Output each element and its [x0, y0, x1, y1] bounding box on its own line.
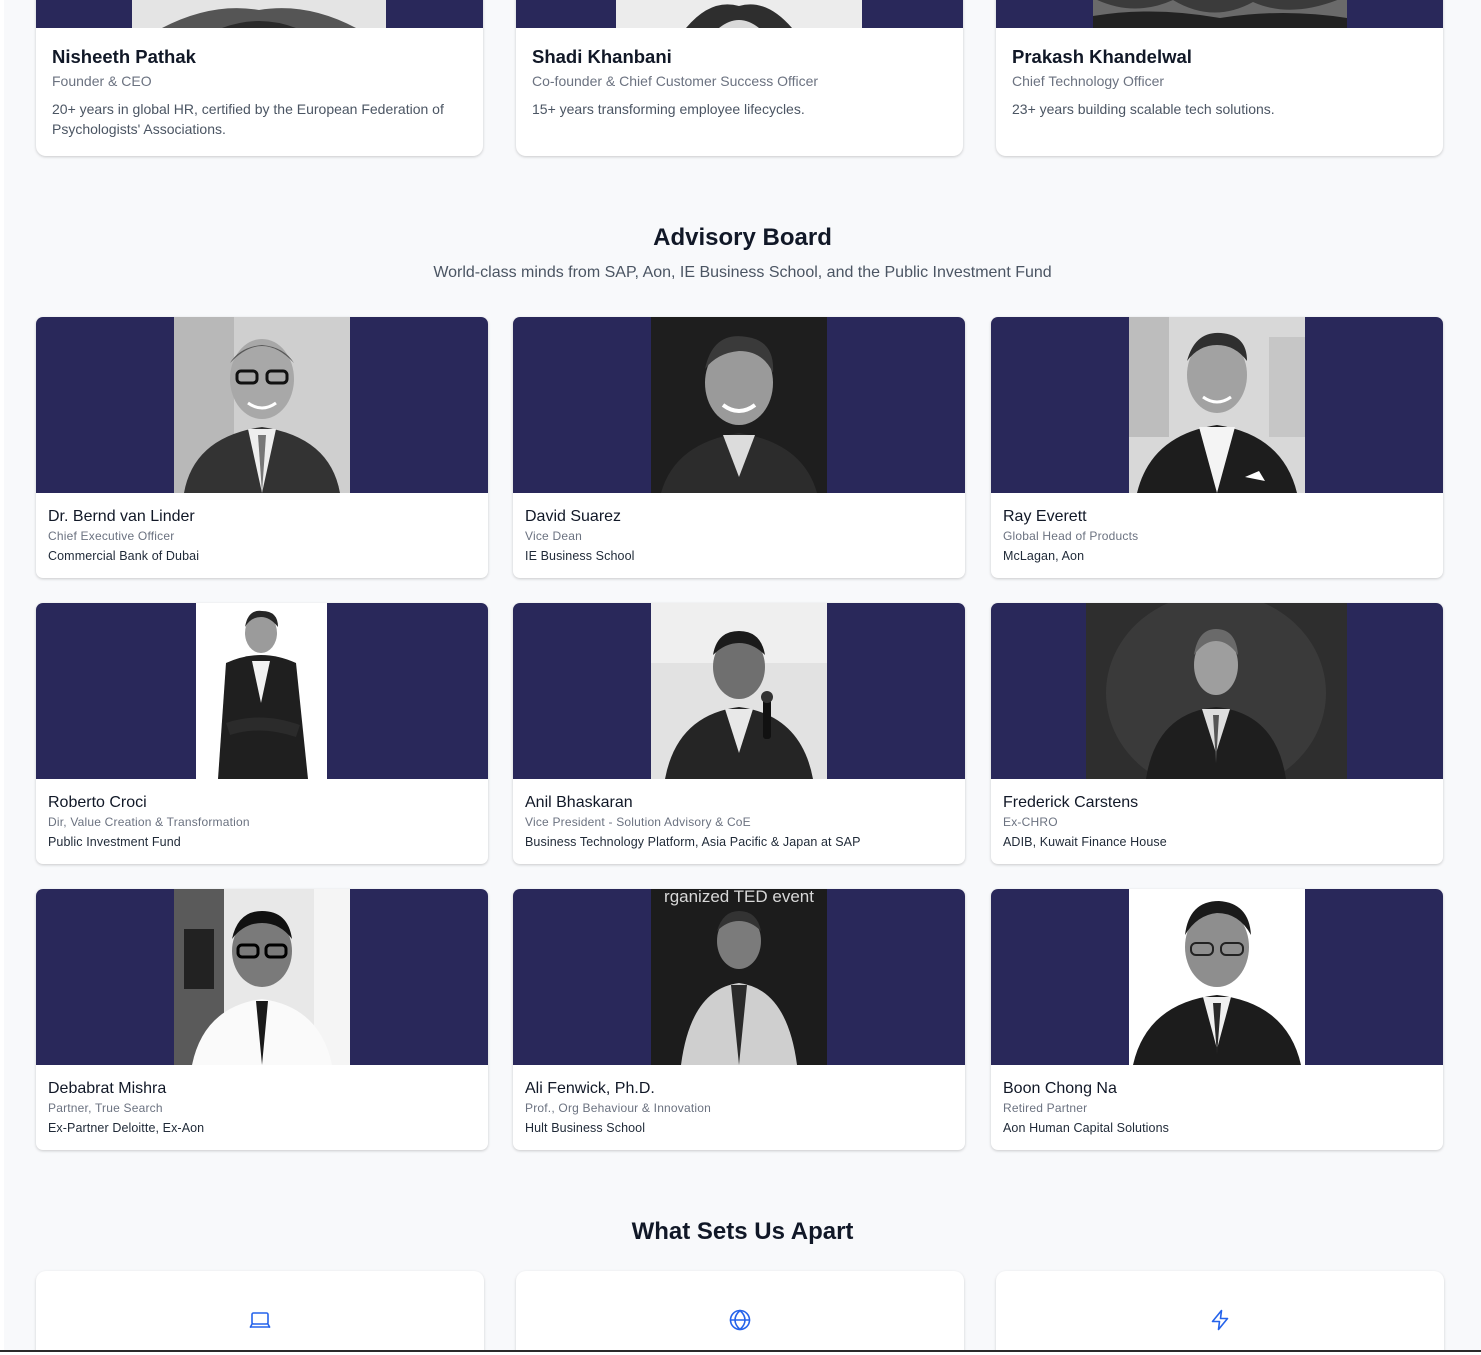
- leader-name: Shadi Khanbani: [532, 46, 672, 67]
- advisor-title: Vice President - Solution Advisory & CoE: [525, 815, 751, 829]
- advisor-name: Roberto Croci: [48, 794, 147, 811]
- page: Nisheeth Pathak Founder & CEO 20+ years …: [4, 0, 1481, 1355]
- advisor-photo: [174, 889, 350, 1065]
- leader-card: Shadi Khanbani Co-founder & Chief Custom…: [516, 0, 963, 156]
- advisor-org: Aon Human Capital Solutions: [1003, 1121, 1169, 1135]
- advisor-name: Anil Bhaskaran: [525, 794, 633, 811]
- advisor-org: Commercial Bank of Dubai: [48, 549, 200, 563]
- advisor-title: Vice Dean: [525, 529, 582, 543]
- advisor-title: Chief Executive Officer: [48, 529, 175, 543]
- leader-description: 15+ years transforming employee lifecycl…: [532, 101, 805, 117]
- advisor-org: Public Investment Fund: [48, 835, 181, 849]
- advisor-title: Retired Partner: [1003, 1101, 1088, 1115]
- leader-photo: [616, 0, 862, 28]
- advisor-name: Ray Everett: [1003, 508, 1087, 525]
- leader-role: Co-founder & Chief Customer Success Offi…: [532, 73, 819, 89]
- advisor-card: rganized TED event Ali Fenwick, Ph.D. Pr…: [513, 889, 965, 1150]
- advisory-board-subtitle: World-class minds from SAP, Aon, IE Busi…: [433, 264, 1052, 281]
- leader-role: Chief Technology Officer: [1012, 73, 1165, 89]
- advisor-title: Prof., Org Behaviour & Innovation: [525, 1101, 712, 1115]
- advisor-card: Dr. Bernd van Linder Chief Executive Off…: [36, 317, 488, 578]
- advisor-org: Ex-Partner Deloitte, Ex-Aon: [48, 1121, 205, 1135]
- advisor-photo: [1129, 317, 1305, 493]
- leader-name: Prakash Khandelwal: [1012, 46, 1192, 67]
- feature-card: [36, 1271, 484, 1355]
- advisor-card: Ray Everett Global Head of Products McLa…: [991, 317, 1443, 578]
- lightning-icon: [1211, 1309, 1229, 1331]
- advisor-name: David Suarez: [525, 508, 622, 525]
- leader-card: Nisheeth Pathak Founder & CEO 20+ years …: [36, 0, 483, 156]
- advisor-photo: [196, 603, 327, 779]
- advisor-name: Frederick Carstens: [1003, 794, 1139, 811]
- advisor-card: Frederick Carstens Ex-CHRO ADIB, Kuwait …: [991, 603, 1443, 864]
- advisor-card: Anil Bhaskaran Vice President - Solution…: [513, 603, 965, 864]
- leader-name: Nisheeth Pathak: [52, 46, 196, 67]
- advisor-photo: [1129, 889, 1305, 1065]
- advisor-title: Dir, Value Creation & Transformation: [48, 815, 250, 829]
- advisor-title: Partner, True Search: [48, 1101, 163, 1115]
- leader-description: 23+ years building scalable tech solutio…: [1012, 101, 1275, 117]
- advisor-photo: rganized TED event: [651, 889, 827, 1065]
- features-title: What Sets Us Apart: [631, 1218, 854, 1245]
- advisor-name: Debabrat Mishra: [48, 1080, 167, 1097]
- advisor-photo: [1086, 603, 1347, 779]
- advisor-name: Dr. Bernd van Linder: [48, 508, 195, 525]
- window-bottom-edge: [0, 1350, 1481, 1355]
- advisor-org: Business Technology Platform, Asia Pacif…: [525, 835, 861, 849]
- advisor-org: McLagan, Aon: [1003, 549, 1085, 563]
- advisor-photo: [651, 317, 827, 493]
- advisor-title: Global Head of Products: [1003, 529, 1139, 543]
- advisor-card: Roberto Croci Dir, Value Creation & Tran…: [36, 603, 488, 864]
- advisor-name: Ali Fenwick, Ph.D.: [525, 1080, 655, 1097]
- advisor-org: ADIB, Kuwait Finance House: [1003, 835, 1167, 849]
- photo-caption: rganized TED event: [664, 889, 814, 906]
- feature-card: [516, 1271, 964, 1355]
- advisor-photo: [174, 317, 350, 493]
- advisor-card: David Suarez Vice Dean IE Business Schoo…: [513, 317, 965, 578]
- advisor-card: Boon Chong Na Retired Partner Aon Human …: [991, 889, 1443, 1150]
- feature-card: [996, 1271, 1444, 1355]
- laptop-icon: [249, 1312, 271, 1328]
- leader-card: Prakash Khandelwal Chief Technology Offi…: [996, 0, 1443, 156]
- advisor-name: Boon Chong Na: [1003, 1080, 1117, 1097]
- leader-photo: [1093, 0, 1347, 28]
- advisor-card: Debabrat Mishra Partner, True Search Ex-…: [36, 889, 488, 1150]
- leader-role: Founder & CEO: [52, 73, 152, 89]
- advisory-board-title: Advisory Board: [653, 224, 832, 251]
- advisor-org: Hult Business School: [525, 1121, 646, 1135]
- leader-description: 20+ years in global HR, certified by the…: [52, 101, 444, 137]
- advisor-title: Ex-CHRO: [1003, 815, 1058, 829]
- leader-photo: [132, 0, 386, 28]
- globe-icon: [729, 1309, 751, 1331]
- advisor-org: IE Business School: [525, 549, 635, 563]
- advisor-photo: [651, 603, 827, 779]
